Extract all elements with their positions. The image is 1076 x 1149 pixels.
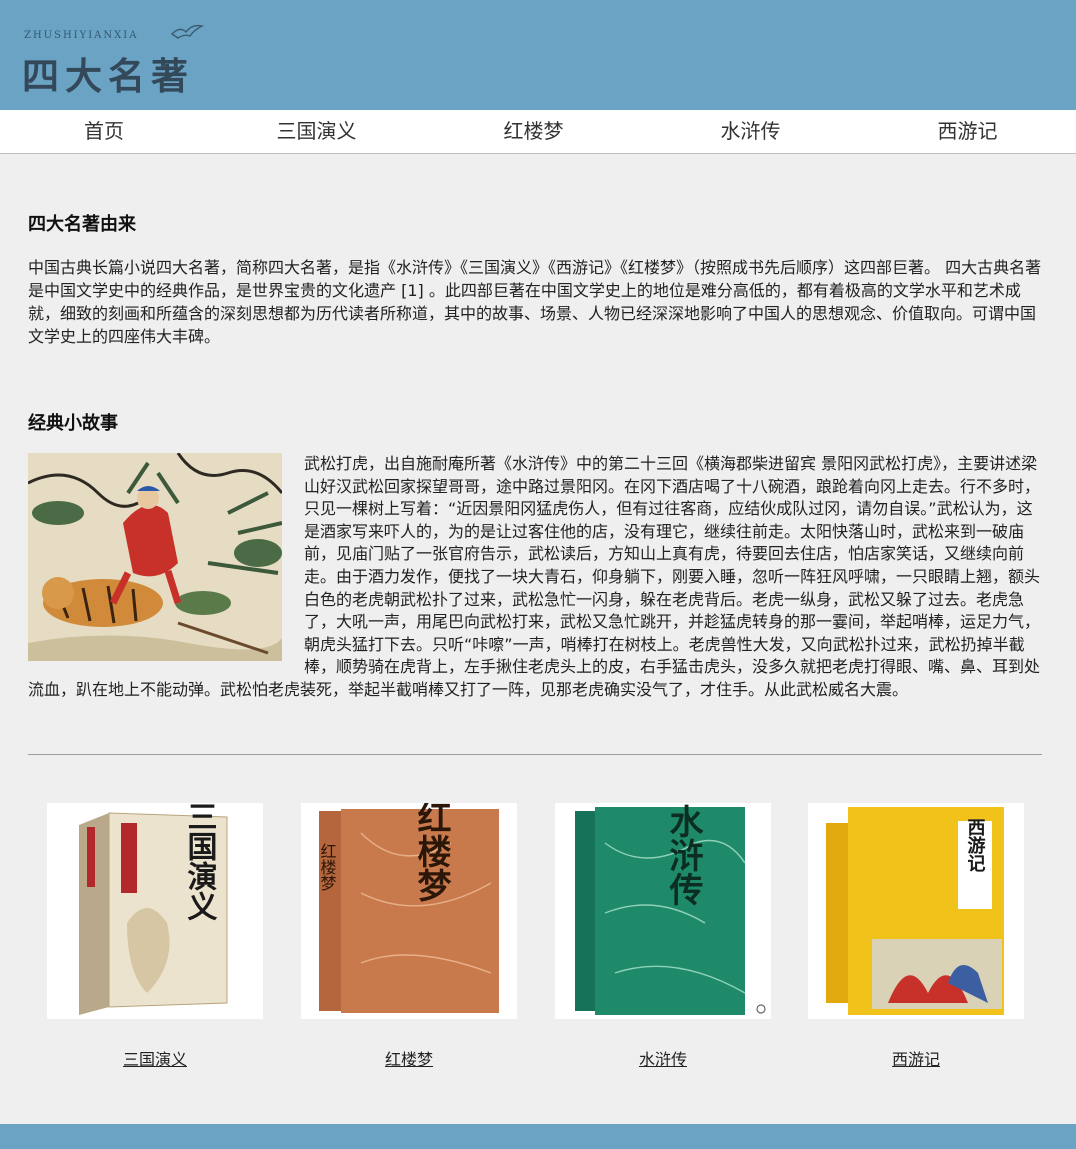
nav-item-home[interactable]: 首页 xyxy=(0,110,208,153)
main-nav: 首页 三国演义 红楼梦 水浒传 西游记 xyxy=(0,110,1076,154)
site-logo[interactable]: ZHUSHIYIANXIA 四大名著 xyxy=(22,18,212,98)
story-block: 武松打虎，出自施耐庵所著《水浒传》中的第二十三回《横海郡柴进留宾 景阳冈武松打虎… xyxy=(28,453,1048,702)
hongloumeng-cover-title: 红楼梦 xyxy=(411,803,451,902)
xiyouji-cover-title: 西游记 xyxy=(965,818,986,872)
shuihuzhuan-cover-title: 水浒传 xyxy=(663,804,704,906)
nav-item-shuihuzhuan[interactable]: 水浒传 xyxy=(642,110,859,153)
book-cover-hongloumeng[interactable]: 红楼梦 红楼梦 xyxy=(301,803,517,1019)
book-link-sanguo[interactable]: 三国演义 xyxy=(47,1046,263,1070)
story-title: 经典小故事 xyxy=(28,413,118,434)
book-link-xiyouji[interactable]: 西游记 xyxy=(808,1046,1024,1070)
nav-item-hongloumeng[interactable]: 红楼梦 xyxy=(425,110,642,153)
book-link-shuihuzhuan[interactable]: 水浒传 xyxy=(555,1046,771,1070)
bird-icon xyxy=(170,24,204,39)
wusong-tiger-painting xyxy=(28,453,282,661)
section-divider xyxy=(28,754,1042,755)
sanguo-cover-image: 三国演义 xyxy=(47,803,263,1019)
svg-text:红楼梦: 红楼梦 xyxy=(318,843,337,891)
intro-text: 中国古典长篇小说四大名著，简称四大名著，是指《水浒传》《三国演义》《西游记》《红… xyxy=(28,258,1042,346)
hongloumeng-cover-image: 红楼梦 红楼梦 xyxy=(301,803,517,1019)
book-cover-xiyouji[interactable]: 西游记 xyxy=(808,803,1024,1019)
nav-item-xiyouji[interactable]: 西游记 xyxy=(859,110,1076,153)
site-footer xyxy=(0,1124,1076,1149)
book-link-hongloumeng[interactable]: 红楼梦 xyxy=(301,1046,517,1070)
intro-title: 四大名著由来 xyxy=(28,214,136,235)
logo-subtitle: ZHUSHIYIANXIA xyxy=(24,30,139,41)
logo-title: 四大名著 xyxy=(22,54,194,98)
sanguo-cover-title: 三国演义 xyxy=(182,803,218,921)
book-cover-shuihuzhuan[interactable]: 水浒传 xyxy=(555,803,771,1019)
xiyouji-cover-image: 西游记 xyxy=(808,803,1024,1019)
site-header: ZHUSHIYIANXIA 四大名著 xyxy=(0,0,1076,110)
book-cover-sanguo[interactable]: 三国演义 xyxy=(47,803,263,1019)
shuihuzhuan-cover-image: 水浒传 xyxy=(555,803,771,1019)
nav-item-sanguo[interactable]: 三国演义 xyxy=(208,110,425,153)
